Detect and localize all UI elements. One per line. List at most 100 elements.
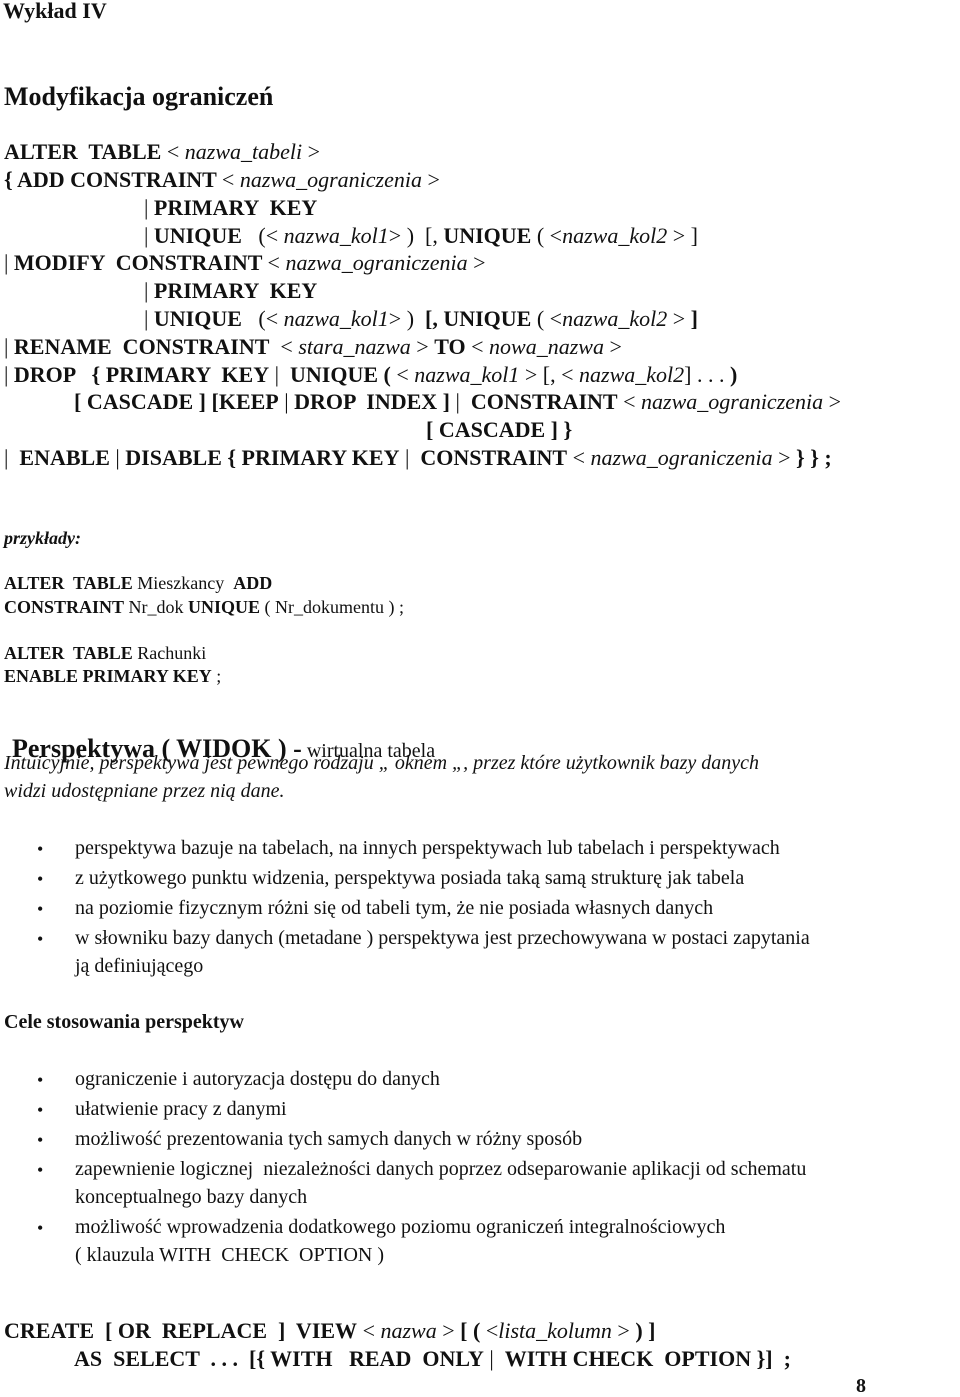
example-line: ENABLE PRIMARY KEY ;: [4, 667, 221, 685]
syntax-text: <: [617, 389, 642, 414]
syntax-text: > ): [388, 306, 426, 331]
syntax-text: > ]: [667, 223, 698, 248]
placeholder-name: nazwa_ograniczenia: [590, 445, 773, 470]
bullet-icon: •: [37, 839, 44, 859]
syntax-text: ( <: [531, 306, 563, 331]
bullet-item-text: ograniczenie i autoryzacja dostępu do da…: [75, 1068, 440, 1090]
bullet-item-text: zapewnienie logicznej niezależności dany…: [75, 1158, 807, 1180]
keyword: ADD: [233, 573, 273, 593]
syntax-text: ] . . .: [684, 362, 730, 387]
keyword: ]: [690, 306, 698, 331]
syntax-text: >: [603, 334, 622, 359]
bullet-item-text: konceptualnego bazy danych: [75, 1186, 308, 1208]
keyword: UNIQUE: [443, 223, 532, 248]
syntax-text: ( <: [531, 223, 563, 248]
syntax-text: <: [465, 334, 490, 359]
keyword: [ CASCADE ] [KEEP: [74, 389, 279, 414]
syntax-text: <: [267, 250, 286, 275]
syntax-text: (<: [241, 223, 284, 248]
placeholder-name: nazwa_kol1: [283, 306, 389, 331]
syntax-text: <: [166, 139, 185, 164]
keyword: { ADD CONSTRAINT: [4, 167, 222, 192]
syntax-text: |: [399, 445, 421, 470]
keyword: ALTER TABLE: [4, 139, 167, 164]
keyword: RENAME CONSTRAINT: [13, 334, 270, 359]
placeholder-name: nazwa_ograniczenia: [285, 250, 468, 275]
syntax-text: |: [144, 195, 154, 220]
goals-title: Cele stosowania perspektyw: [4, 1011, 244, 1033]
syntax-text: |: [4, 334, 14, 359]
keyword: [ CASCADE ] }: [426, 417, 573, 442]
placeholder-name: nazwa_kol2: [562, 223, 668, 248]
bullet-icon: •: [37, 1100, 44, 1120]
placeholder-name: lista_kolumn: [498, 1318, 612, 1343]
syntax-line: | UNIQUE (< nazwa_kol1> ) [, UNIQUE ( <n…: [144, 225, 698, 247]
placeholder-name: nowa_nazwa: [489, 334, 604, 359]
syntax-text: |: [449, 389, 471, 414]
syntax-text: |: [144, 223, 154, 248]
syntax-text: |: [4, 250, 14, 275]
keyword: UNIQUE: [153, 306, 242, 331]
keyword: ): [729, 362, 738, 387]
syntax-text: |: [4, 445, 20, 470]
placeholder-name: nazwa_kol1: [283, 223, 389, 248]
placeholder-name: nazwa_ograniczenia: [239, 167, 422, 192]
keyword: [ (: [460, 1318, 481, 1343]
keyword: CREATE [ OR REPLACE ] VIEW: [4, 1318, 358, 1343]
keyword: [, UNIQUE: [425, 306, 532, 331]
example-line: ALTER TABLE Rachunki: [4, 644, 206, 662]
syntax-text: > ) [,: [388, 223, 444, 248]
syntax-text: |: [269, 362, 290, 387]
syntax-text: ( Nr_dokumentu ) ;: [260, 597, 405, 617]
keyword: UNIQUE (: [290, 362, 391, 387]
placeholder-name: stara_nazwa: [298, 334, 411, 359]
bullet-item-text: możliwość prezentowania tych samych dany…: [75, 1128, 583, 1150]
bullet-item-text: ułatwienie pracy z danymi: [75, 1098, 287, 1120]
section-title-constraints: Modyfikacja ograniczeń: [4, 82, 274, 111]
syntax-text: >: [611, 1318, 636, 1343]
syntax-text: |: [4, 362, 14, 387]
syntax-text: |: [144, 278, 154, 303]
syntax-text: <: [390, 362, 415, 387]
placeholder-name: nazwa_kol2: [579, 362, 685, 387]
syntax-line: [ CASCADE ] [KEEP | DROP INDEX ] | CONST…: [74, 391, 841, 413]
view-intro-line: Intuicyjnie, perspektywa jest pewnego ro…: [4, 752, 760, 774]
syntax-text: >: [421, 167, 440, 192]
bullet-icon: •: [37, 929, 44, 949]
syntax-text: >: [772, 445, 797, 470]
syntax-text: <: [480, 1318, 499, 1343]
syntax-line: | MODIFY CONSTRAINT < nazwa_ograniczenia…: [4, 252, 486, 274]
keyword: UNIQUE: [188, 597, 261, 617]
syntax-text: |: [483, 1346, 505, 1371]
bullet-item-text: ją definiującego: [75, 955, 204, 977]
syntax-line: | RENAME CONSTRAINT < stara_nazwa > TO <…: [4, 336, 622, 358]
placeholder-name: nazwa_kol2: [562, 306, 668, 331]
syntax-line: | PRIMARY KEY: [144, 280, 317, 302]
bullet-icon: •: [37, 1130, 44, 1150]
syntax-text: >: [667, 306, 691, 331]
keyword: ENABLE PRIMARY KEY: [4, 666, 212, 686]
keyword: WITH CHECK OPTION }] ;: [504, 1346, 791, 1371]
example-line: ALTER TABLE Mieszkancy ADD: [4, 574, 272, 592]
keyword: PRIMARY KEY: [153, 195, 318, 220]
keyword: ) ]: [635, 1318, 656, 1343]
syntax-text: > [, <: [519, 362, 580, 387]
placeholder-name: nazwa_kol1: [414, 362, 520, 387]
bullet-item-text: możliwość wprowadzenia dodatkowego pozio…: [75, 1216, 726, 1238]
page-number: 8: [856, 1375, 866, 1397]
create-view-line: CREATE [ OR REPLACE ] VIEW < nazwa > [ (…: [4, 1320, 655, 1342]
keyword: ALTER TABLE: [4, 643, 133, 663]
view-intro-line: widzi udostępniane przez nią dane.: [4, 780, 285, 802]
examples-label: przykłady:: [4, 528, 81, 548]
syntax-text: Rachunki: [132, 643, 207, 663]
syntax-text: (<: [241, 306, 284, 331]
bullet-icon: •: [37, 1160, 44, 1180]
keyword: } } ;: [796, 445, 832, 470]
keyword: CONSTRAINT: [4, 597, 125, 617]
syntax-text: >: [436, 1318, 461, 1343]
syntax-text: |: [278, 389, 295, 414]
keyword: CONSTRAINT: [470, 389, 618, 414]
keyword: PRIMARY KEY: [153, 278, 318, 303]
syntax-line: | PRIMARY KEY: [144, 197, 317, 219]
keyword: DISABLE { PRIMARY KEY: [125, 445, 400, 470]
